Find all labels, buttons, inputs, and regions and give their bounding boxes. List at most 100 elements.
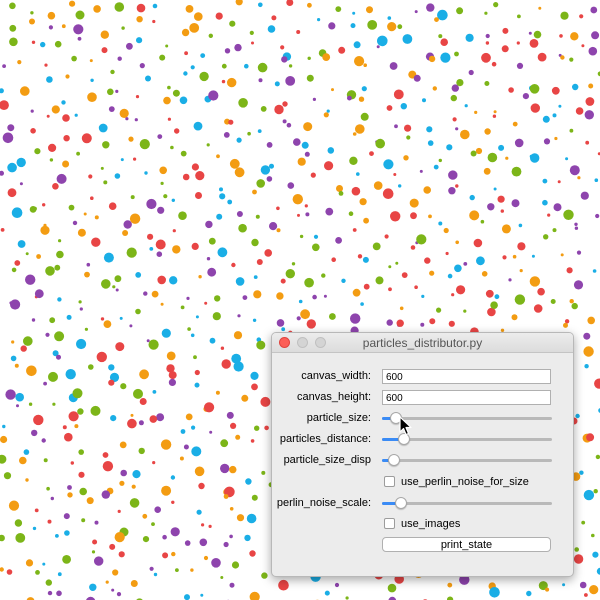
particle-dot xyxy=(168,378,176,386)
canvas-width-label: canvas_width: xyxy=(301,370,371,382)
particle-dot xyxy=(198,275,202,279)
particle-dot xyxy=(574,226,579,230)
particle-dot xyxy=(125,42,133,50)
particle-dot xyxy=(493,110,497,114)
use-perlin-noise-for-size-label[interactable]: use_perlin_noise_for_size xyxy=(401,476,529,488)
particle-dot xyxy=(120,158,124,162)
canvas-width-field[interactable]: 600 xyxy=(382,369,551,384)
particle-dot xyxy=(481,271,488,277)
particle-dot xyxy=(72,388,83,399)
particle-dot xyxy=(63,513,70,520)
particle-size-disp-row: particle_size_disp xyxy=(272,451,573,471)
particle-dot xyxy=(167,117,171,121)
particle-dot xyxy=(336,185,343,192)
particle-dot xyxy=(189,23,200,33)
particle-dot xyxy=(313,234,319,239)
particle-dot xyxy=(489,587,500,598)
particle-dot xyxy=(160,302,164,306)
particle-dot xyxy=(196,509,202,515)
use-images-label[interactable]: use_images xyxy=(401,518,460,530)
particle-dot xyxy=(47,11,56,20)
particle-dot xyxy=(19,456,27,465)
particle-dot xyxy=(56,354,61,360)
particle-dot xyxy=(221,63,227,69)
particle-dot xyxy=(88,174,93,179)
particle-dot xyxy=(224,48,231,54)
particle-dot xyxy=(445,251,449,256)
particle-dot xyxy=(454,51,459,57)
particle-dot xyxy=(152,3,158,9)
particle-dot xyxy=(156,413,165,422)
particle-dot xyxy=(74,113,78,117)
particle-dot xyxy=(216,154,220,159)
particle-dot xyxy=(26,365,37,377)
particle-dot xyxy=(62,114,70,122)
particle-dot xyxy=(377,35,388,47)
use-perlin-noise-for-size-checkbox[interactable] xyxy=(384,476,395,487)
perlin-noise-scale-slider-knob[interactable] xyxy=(394,497,407,509)
particle-dot xyxy=(256,340,266,350)
particle-dot xyxy=(455,240,460,245)
particle-dot xyxy=(119,108,129,118)
particle-size-row: particle_size: xyxy=(272,409,573,429)
particles-distance-slider[interactable] xyxy=(382,433,552,445)
print-state-button[interactable]: print_state xyxy=(382,537,551,552)
particle-dot xyxy=(101,279,111,289)
particle-dot xyxy=(229,507,234,511)
particle-dot xyxy=(324,161,334,171)
particle-dot xyxy=(514,294,526,305)
particle-dot xyxy=(394,124,398,129)
particle-dot xyxy=(258,2,263,8)
particle-dot xyxy=(14,363,19,368)
particle-dot xyxy=(78,449,84,455)
particle-dot xyxy=(404,124,412,132)
particle-dot xyxy=(426,3,435,12)
particle-dot xyxy=(228,119,234,125)
particle-dot xyxy=(516,62,524,69)
particle-dot xyxy=(42,203,46,207)
use-images-checkbox[interactable] xyxy=(384,518,395,529)
particle-dot xyxy=(581,520,586,525)
particle-size-disp-slider-knob[interactable] xyxy=(387,454,400,466)
particle-dot xyxy=(321,273,326,278)
canvas-height-field[interactable]: 600 xyxy=(382,390,551,405)
particle-dot xyxy=(144,171,148,175)
particle-size-disp-slider[interactable] xyxy=(382,454,552,466)
particle-dot xyxy=(350,313,361,324)
particle-dot xyxy=(127,418,137,429)
particle-dot xyxy=(328,22,336,30)
particle-dot xyxy=(45,332,50,337)
particle-dot xyxy=(81,133,92,144)
particle-dot xyxy=(233,331,243,340)
particle-dot xyxy=(25,478,29,482)
window-titlebar[interactable]: particles_distributor.py xyxy=(272,333,573,353)
particle-dot xyxy=(229,158,240,169)
particle-dot xyxy=(111,588,115,592)
particle-dot xyxy=(237,314,241,318)
particle-dot xyxy=(269,222,278,231)
perlin-noise-scale-slider[interactable] xyxy=(382,497,552,509)
particle-dot xyxy=(572,83,579,91)
particle-dot xyxy=(220,439,229,448)
particle-dot xyxy=(448,320,455,327)
particle-dot xyxy=(264,249,273,257)
particle-dot xyxy=(151,290,159,298)
particles-distributor-window: particles_distributor.py canvas_width: 6… xyxy=(271,332,574,577)
particle-dot xyxy=(208,524,212,529)
particle-dot xyxy=(533,30,542,39)
particle-dot xyxy=(89,583,97,591)
particle-dot xyxy=(190,568,194,572)
particle-dot xyxy=(128,136,134,142)
particle-dot xyxy=(152,390,157,394)
window-title: particles_distributor.py xyxy=(362,336,483,350)
particle-dot xyxy=(100,317,105,321)
particle-dot xyxy=(455,127,459,131)
particle-dot xyxy=(75,10,85,20)
particle-dot xyxy=(157,206,165,214)
particle-dot xyxy=(68,411,79,422)
particle-dot xyxy=(25,252,29,256)
particle-dot xyxy=(145,75,151,82)
particle-dot xyxy=(303,122,313,132)
particle-dot xyxy=(426,126,433,133)
particle-dot xyxy=(191,242,199,250)
